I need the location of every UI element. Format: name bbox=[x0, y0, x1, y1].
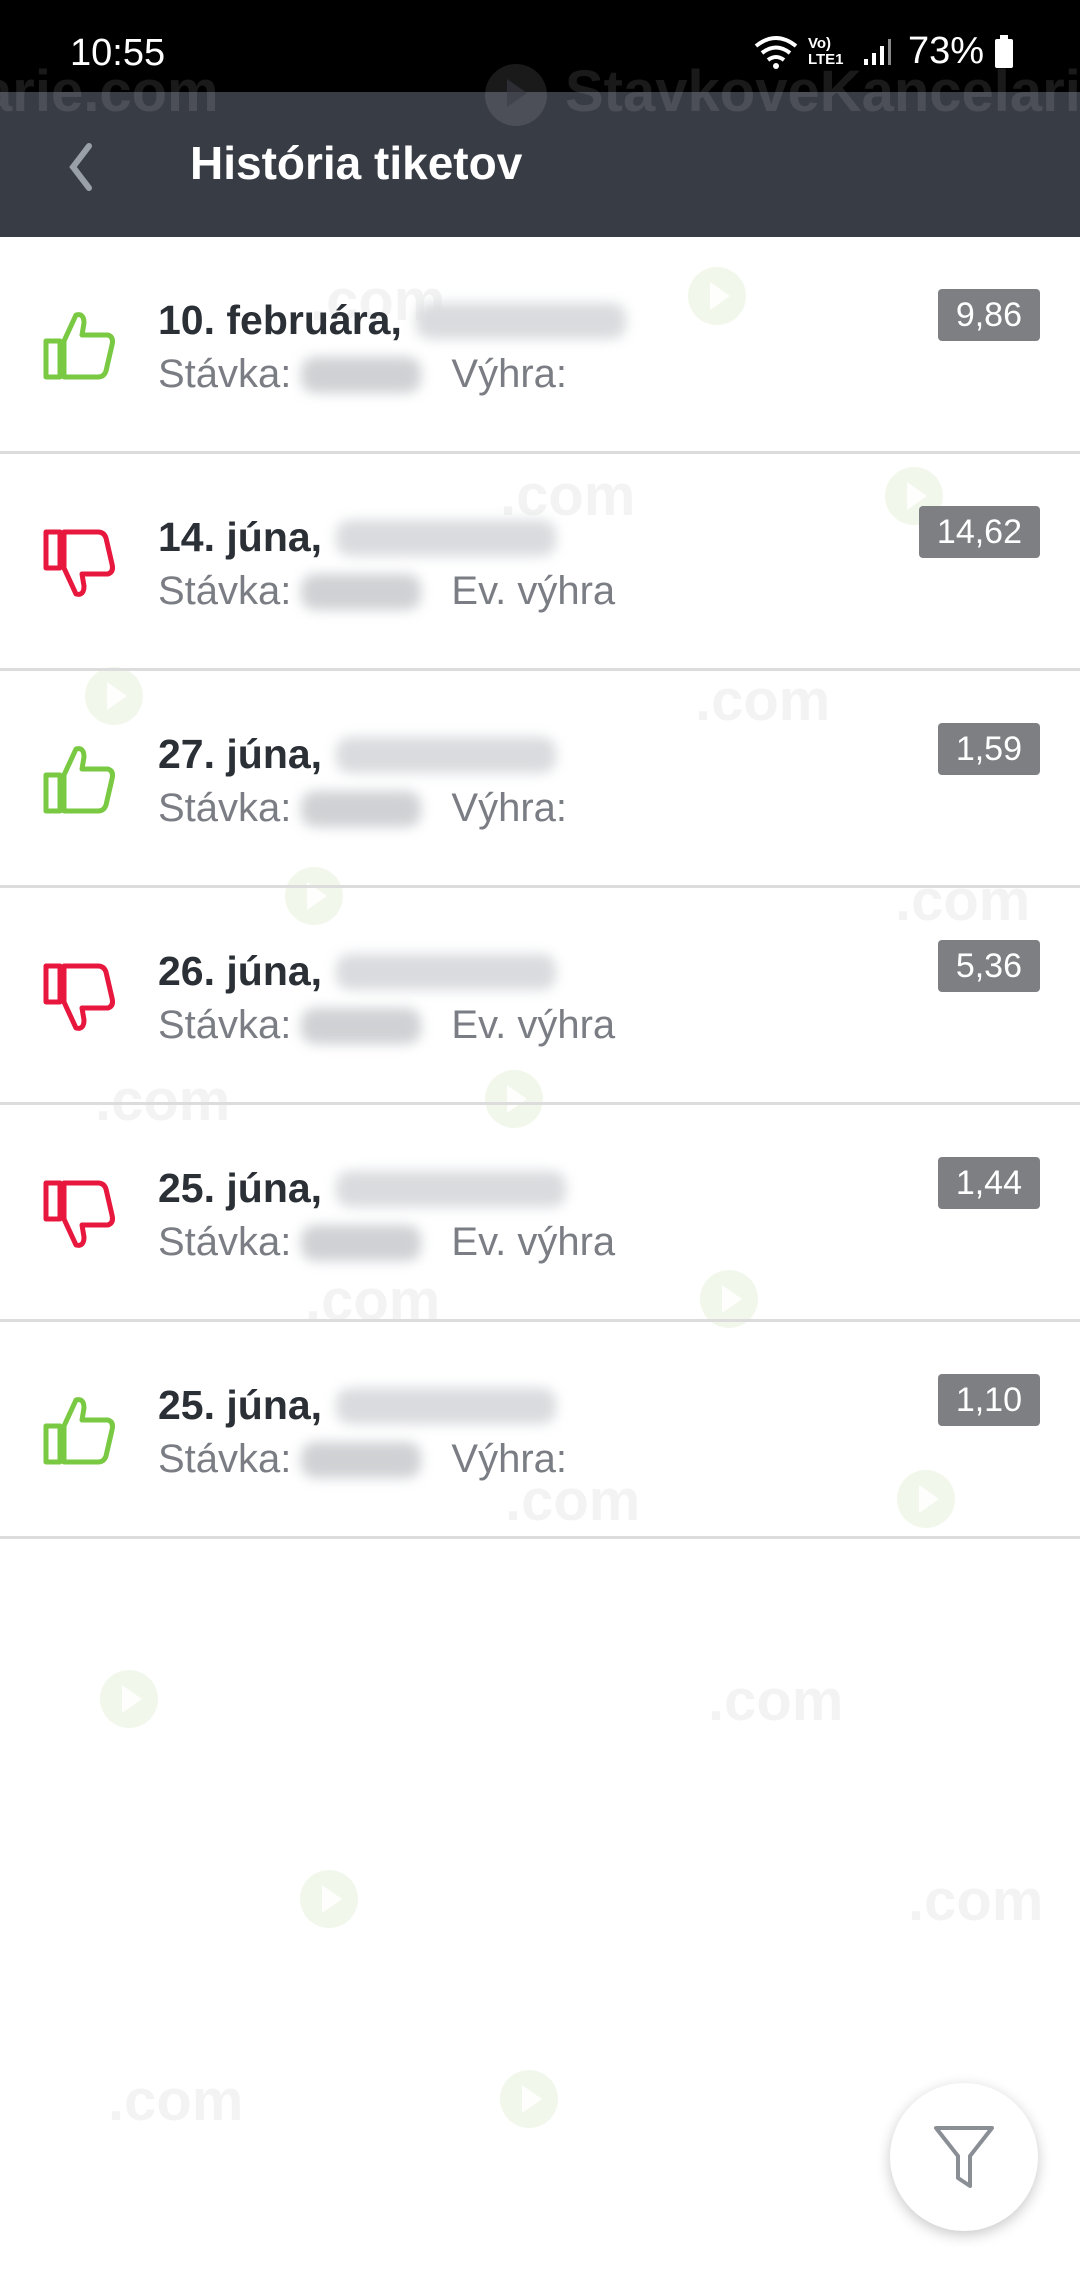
stake-label: Stávka: bbox=[158, 786, 292, 830]
stake-label: Stávka: bbox=[158, 1003, 292, 1047]
stake-label: Stávka: bbox=[158, 352, 292, 396]
redacted-time bbox=[336, 519, 557, 556]
odds-badge: 5,36 bbox=[937, 940, 1040, 992]
redacted-time bbox=[336, 1170, 567, 1207]
redacted-time bbox=[336, 736, 557, 773]
status-bar: 10:55 Vo) LTE1 73% bbox=[0, 0, 1080, 92]
signal-icon bbox=[862, 37, 892, 67]
odds-badge: 1,59 bbox=[937, 723, 1040, 775]
odds-badge: 14,62 bbox=[918, 506, 1040, 558]
filter-icon bbox=[934, 2126, 994, 2188]
watermark-suffix: .com bbox=[108, 2068, 244, 2133]
ticket-details: Stávka: Ev. výhra bbox=[158, 1220, 615, 1265]
ticket-row[interactable]: 25. júna, Stávka: Ev. výhra 1,44 bbox=[0, 1105, 1080, 1322]
stake-label: Stávka: bbox=[158, 569, 292, 613]
ticket-date-text: 25. júna, bbox=[158, 1382, 323, 1428]
result-label: Ev. výhra bbox=[451, 569, 616, 613]
ticket-details: Stávka: Ev. výhra bbox=[158, 569, 615, 614]
battery-icon bbox=[994, 34, 1014, 69]
watermark: arie.com StavkoveKancelarie bbox=[0, 59, 1080, 237]
ticket-list: 10. februára, Stávka: Výhra: 9,86 14. jú… bbox=[0, 237, 1080, 1539]
watermark-play-icon bbox=[100, 1670, 158, 1728]
watermark-suffix: .com bbox=[708, 1668, 844, 1733]
filter-button[interactable] bbox=[890, 2083, 1038, 2231]
odds-badge: 9,86 bbox=[937, 289, 1040, 341]
ticket-row[interactable]: 27. júna, Stávka: Výhra: 1,59 bbox=[0, 671, 1080, 888]
redacted-stake bbox=[301, 790, 422, 827]
result-label: Výhra: bbox=[451, 786, 568, 830]
redacted-stake bbox=[301, 1007, 422, 1044]
thumbs-up-icon bbox=[40, 741, 118, 819]
screen: 10:55 Vo) LTE1 73% arie.com StavkoveKanc… bbox=[0, 0, 1080, 2274]
ticket-date-text: 27. júna, bbox=[158, 731, 323, 777]
redacted-stake bbox=[301, 573, 422, 610]
result-label: Výhra: bbox=[451, 1437, 568, 1481]
watermark-play-icon bbox=[300, 1870, 358, 1928]
ticket-row[interactable]: 25. júna, Stávka: Výhra: 1,10 bbox=[0, 1322, 1080, 1539]
thumbs-down-icon bbox=[40, 958, 118, 1036]
ticket-date: 26. júna, bbox=[158, 948, 557, 995]
odds-badge: 1,44 bbox=[937, 1157, 1040, 1209]
ticket-row[interactable]: 14. júna, Stávka: Ev. výhra 14,62 bbox=[0, 454, 1080, 671]
ticket-row[interactable]: 10. februára, Stávka: Výhra: 9,86 bbox=[0, 237, 1080, 454]
odds-badge: 1,10 bbox=[937, 1374, 1040, 1426]
ticket-details: Stávka: Ev. výhra bbox=[158, 1003, 615, 1048]
ticket-date: 27. júna, bbox=[158, 731, 557, 778]
app-bar: arie.com StavkoveKancelarie História tik… bbox=[0, 59, 1080, 237]
redacted-stake bbox=[301, 1441, 422, 1478]
ticket-date: 10. februára, bbox=[158, 297, 626, 344]
ticket-details: Stávka: Výhra: bbox=[158, 352, 567, 397]
stake-label: Stávka: bbox=[158, 1220, 292, 1264]
redacted-stake bbox=[301, 356, 422, 393]
redacted-time bbox=[336, 1387, 557, 1424]
ticket-date-text: 14. júna, bbox=[158, 514, 323, 560]
page-title: História tiketov bbox=[190, 137, 523, 189]
redacted-time bbox=[415, 302, 626, 339]
watermark-play-icon bbox=[500, 2070, 558, 2128]
back-button[interactable] bbox=[50, 132, 110, 202]
network-label: Vo) LTE1 bbox=[807, 34, 844, 68]
battery-percent: 73% bbox=[907, 30, 984, 72]
ticket-date-text: 10. februára, bbox=[158, 297, 402, 343]
status-icons: Vo) LTE1 73% bbox=[754, 30, 1014, 73]
watermark-suffix: .com bbox=[908, 1868, 1044, 1933]
ticket-date: 25. júna, bbox=[158, 1165, 567, 1212]
ticket-date-text: 26. júna, bbox=[158, 948, 323, 994]
status-time: 10:55 bbox=[70, 32, 166, 74]
redacted-time bbox=[336, 953, 557, 990]
thumbs-up-icon bbox=[40, 307, 118, 385]
ticket-details: Stávka: Výhra: bbox=[158, 1437, 567, 1482]
ticket-details: Stávka: Výhra: bbox=[158, 786, 567, 831]
wifi-icon bbox=[754, 34, 798, 70]
result-label: Ev. výhra bbox=[451, 1220, 616, 1264]
result-label: Ev. výhra bbox=[451, 1003, 616, 1047]
thumbs-up-icon bbox=[40, 1392, 118, 1470]
thumbs-down-icon bbox=[40, 524, 118, 602]
ticket-date: 14. júna, bbox=[158, 514, 557, 561]
result-label: Výhra: bbox=[451, 352, 568, 396]
chevron-left-icon bbox=[69, 143, 92, 191]
thumbs-down-icon bbox=[40, 1175, 118, 1253]
ticket-date: 25. júna, bbox=[158, 1382, 557, 1429]
ticket-row[interactable]: 26. júna, Stávka: Ev. výhra 5,36 bbox=[0, 888, 1080, 1105]
redacted-stake bbox=[301, 1224, 422, 1261]
stake-label: Stávka: bbox=[158, 1437, 292, 1481]
ticket-date-text: 25. júna, bbox=[158, 1165, 323, 1211]
